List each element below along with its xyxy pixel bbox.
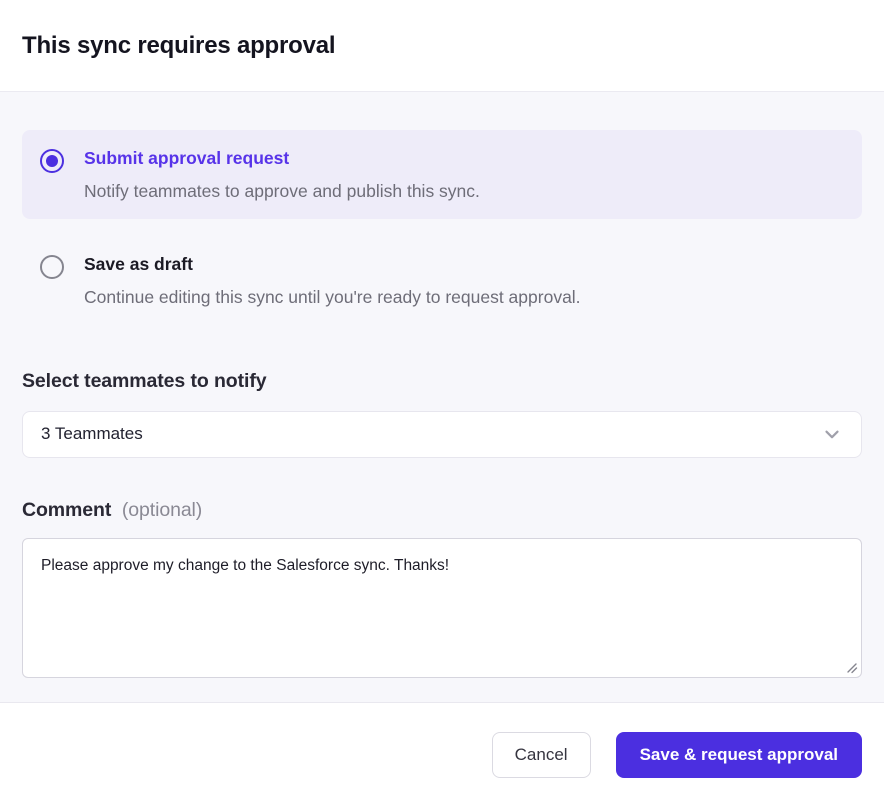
- teammates-select[interactable]: 3 Teammates: [22, 411, 862, 458]
- dialog-header: This sync requires approval: [0, 0, 884, 92]
- option-description: Continue editing this sync until you're …: [84, 286, 581, 309]
- option-label: Save as draft: [84, 253, 581, 277]
- comment-box: Please approve my change to the Salesfor…: [22, 538, 862, 678]
- chevron-down-icon: [821, 423, 843, 445]
- dialog-body: Submit approval request Notify teammates…: [0, 92, 884, 702]
- approval-dialog: This sync requires approval Submit appro…: [0, 0, 884, 806]
- comment-optional-label: (optional): [117, 499, 203, 521]
- comment-input[interactable]: Please approve my change to the Salesfor…: [23, 539, 861, 677]
- dialog-footer: Cancel Save & request approval: [0, 702, 884, 806]
- comment-heading-label: Comment: [22, 499, 111, 521]
- option-text: Save as draft Continue editing this sync…: [84, 253, 581, 308]
- comment-heading: Comment (optional): [22, 499, 862, 522]
- option-label: Submit approval request: [84, 147, 480, 171]
- cancel-button[interactable]: Cancel: [492, 732, 591, 778]
- radio-selected-icon[interactable]: [40, 149, 64, 173]
- dialog-title: This sync requires approval: [22, 32, 335, 60]
- option-description: Notify teammates to approve and publish …: [84, 180, 480, 203]
- option-submit-approval-request[interactable]: Submit approval request Notify teammates…: [22, 130, 862, 219]
- save-request-approval-button[interactable]: Save & request approval: [616, 732, 862, 778]
- option-save-as-draft[interactable]: Save as draft Continue editing this sync…: [22, 236, 862, 325]
- resize-handle-icon[interactable]: [845, 661, 858, 674]
- teammates-heading: Select teammates to notify: [22, 370, 862, 393]
- option-text: Submit approval request Notify teammates…: [84, 147, 480, 202]
- teammates-select-value: 3 Teammates: [41, 424, 143, 444]
- radio-unselected-icon[interactable]: [40, 255, 64, 279]
